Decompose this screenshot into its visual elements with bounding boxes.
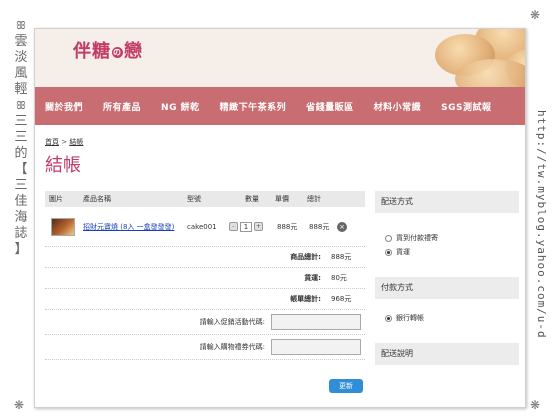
frame-char: 三 [14,178,28,193]
grand-total-value: 968元 [331,295,352,303]
product-model: cake001 [187,222,217,231]
nav-item-ng-cookies[interactable]: NG 餅乾 [151,100,210,113]
product-total-value: 888元 [331,253,352,261]
promo-code-row: 請輸入促銷活動代碼: [45,310,365,335]
nav-item-afternoon-tea[interactable]: 精緻下午茶系列 [210,100,297,113]
table-row: 招財元寶燒 (8入 一盒發發發) cake001 - 1 + 888元 888元… [45,207,365,247]
shop-page: 伴糖の戀 關於我們 所有產品 NG 餅乾 精緻下午茶系列 省錢量販區 材料小常識… [34,28,526,408]
product-name-link[interactable]: 招財元寶燒 (8入 一盒發發發) [83,222,183,232]
col-header-model: 型號 [187,195,201,203]
frame-char: 輕 [14,82,28,97]
shipping-value: 80元 [331,274,347,282]
logo-text: 戀 [124,41,143,62]
shipping-option[interactable]: 貨運 [385,245,509,259]
site-header: 伴糖の戀 [35,29,525,87]
grand-total-label: 帳單總計: [290,295,321,303]
breadcrumb: 首頁 > 結帳 [45,137,83,147]
logo-text: 伴糖 [73,41,111,62]
col-header-price: 單價 [275,195,289,203]
shipping-method-box: 配送方式 貨到付款禮寄 貨運 [375,191,519,267]
frame-char: 海 [14,210,28,225]
payment-method-box: 付款方式 銀行轉帳 [375,277,519,333]
shipping-option-label: 貨運 [396,248,410,256]
frame-char: 【 [14,162,28,177]
col-header-total: 總計 [307,195,321,203]
checkout-sidebar: 配送方式 貨到付款禮寄 貨運 付款方式 銀行轉帳 配送說明 [375,191,519,375]
col-header-qty: 數量 [245,195,259,203]
product-thumbnail[interactable] [51,217,75,236]
voucher-code-label: 請輸入購物禮券代碼: [199,343,265,351]
page-title: 結帳 [45,155,81,176]
delivery-note-box: 配送說明 [375,343,519,365]
frame-char: 雲 [14,34,28,49]
breadcrumb-home-link[interactable]: 首頁 [45,138,59,146]
frame-char: 三 [14,114,28,129]
line-total: 888元 [309,222,330,231]
shipping-option-label: 貨到付款禮寄 [396,234,438,242]
delivery-note-title: 配送說明 [375,343,519,365]
nav-item-materials[interactable]: 材料小常識 [364,100,432,113]
logo-dot: の [112,46,123,58]
shipping-label: 貨運: [304,274,321,282]
grand-total-row: 帳單總計: 968元 [45,289,365,310]
main-nav: 關於我們 所有產品 NG 餅乾 精緻下午茶系列 省錢量販區 材料小常識 SGS測… [35,87,525,125]
frame-left-text: ꕥ 雲 淡 風 輕 ꕥ 三 三 的 【 三 佳 海 誌 】 [10,18,32,408]
nav-item-all-products[interactable]: 所有產品 [93,100,151,113]
qty-input[interactable]: 1 [240,221,252,232]
payment-option-label: 銀行轉帳 [396,314,424,322]
radio-button-selected[interactable] [385,248,392,256]
col-header-name: 產品名稱 [83,195,111,203]
shipping-method-title: 配送方式 [375,191,519,213]
frame-right-url: http://tw.myblog.yahoo.com/u-d [532,110,552,410]
radio-button[interactable] [385,234,392,242]
cart-header-row: 圖片 產品名稱 型號 數量 單價 總計 [45,191,365,207]
payment-option[interactable]: 銀行轉帳 [385,311,509,325]
remove-item-icon[interactable]: × [337,221,347,232]
frame-char: 佳 [14,194,28,209]
swirl-icon: ꕥ [15,19,27,32]
product-total-label: 商品總計: [290,253,321,261]
radio-button-selected[interactable] [385,314,392,322]
frame-char: 誌 [14,226,28,241]
promo-code-label: 請輸入促銷活動代碼: [199,318,265,326]
shipping-option[interactable]: 貨到付款禮寄 [385,231,509,245]
quantity-stepper: - 1 + [229,221,277,232]
swirl-icon: ꕥ [15,99,27,112]
swirl-icon: ❋ [530,8,541,22]
shipping-row: 貨運: 80元 [45,268,365,289]
swirl-icon: ❋ [14,398,25,412]
cart-table: 圖片 產品名稱 型號 數量 單價 總計 招財元寶燒 (8入 一盒發發發) cak… [45,191,365,360]
breadcrumb-separator: > [59,138,70,146]
frame-char: 淡 [14,50,28,65]
nav-item-about[interactable]: 關於我們 [35,100,93,113]
frame-char: 的 [14,146,28,161]
unit-price: 888元 [277,222,298,231]
frame-char: 風 [14,66,28,81]
payment-method-title: 付款方式 [375,277,519,299]
col-header-image: 圖片 [49,195,63,203]
promo-code-input[interactable] [271,314,361,330]
nav-item-sgs[interactable]: SGS測試報 [431,100,501,113]
qty-increase-button[interactable]: + [254,222,263,231]
update-cart-button[interactable]: 更新 [329,379,363,393]
breadcrumb-current-link[interactable]: 結帳 [69,138,83,146]
site-logo[interactable]: 伴糖の戀 [73,37,143,63]
nav-item-bulk[interactable]: 省錢量販區 [296,100,364,113]
frame-char: 】 [14,242,28,257]
swirl-icon: ❋ [530,398,541,412]
voucher-code-row: 請輸入購物禮券代碼: [45,335,365,360]
voucher-code-input[interactable] [271,339,361,355]
product-total-row: 商品總計: 888元 [45,247,365,268]
blog-url-text: http://tw.myblog.yahoo.com/u-d [535,110,548,339]
frame-char: 三 [14,130,28,145]
qty-decrease-button[interactable]: - [229,222,238,231]
